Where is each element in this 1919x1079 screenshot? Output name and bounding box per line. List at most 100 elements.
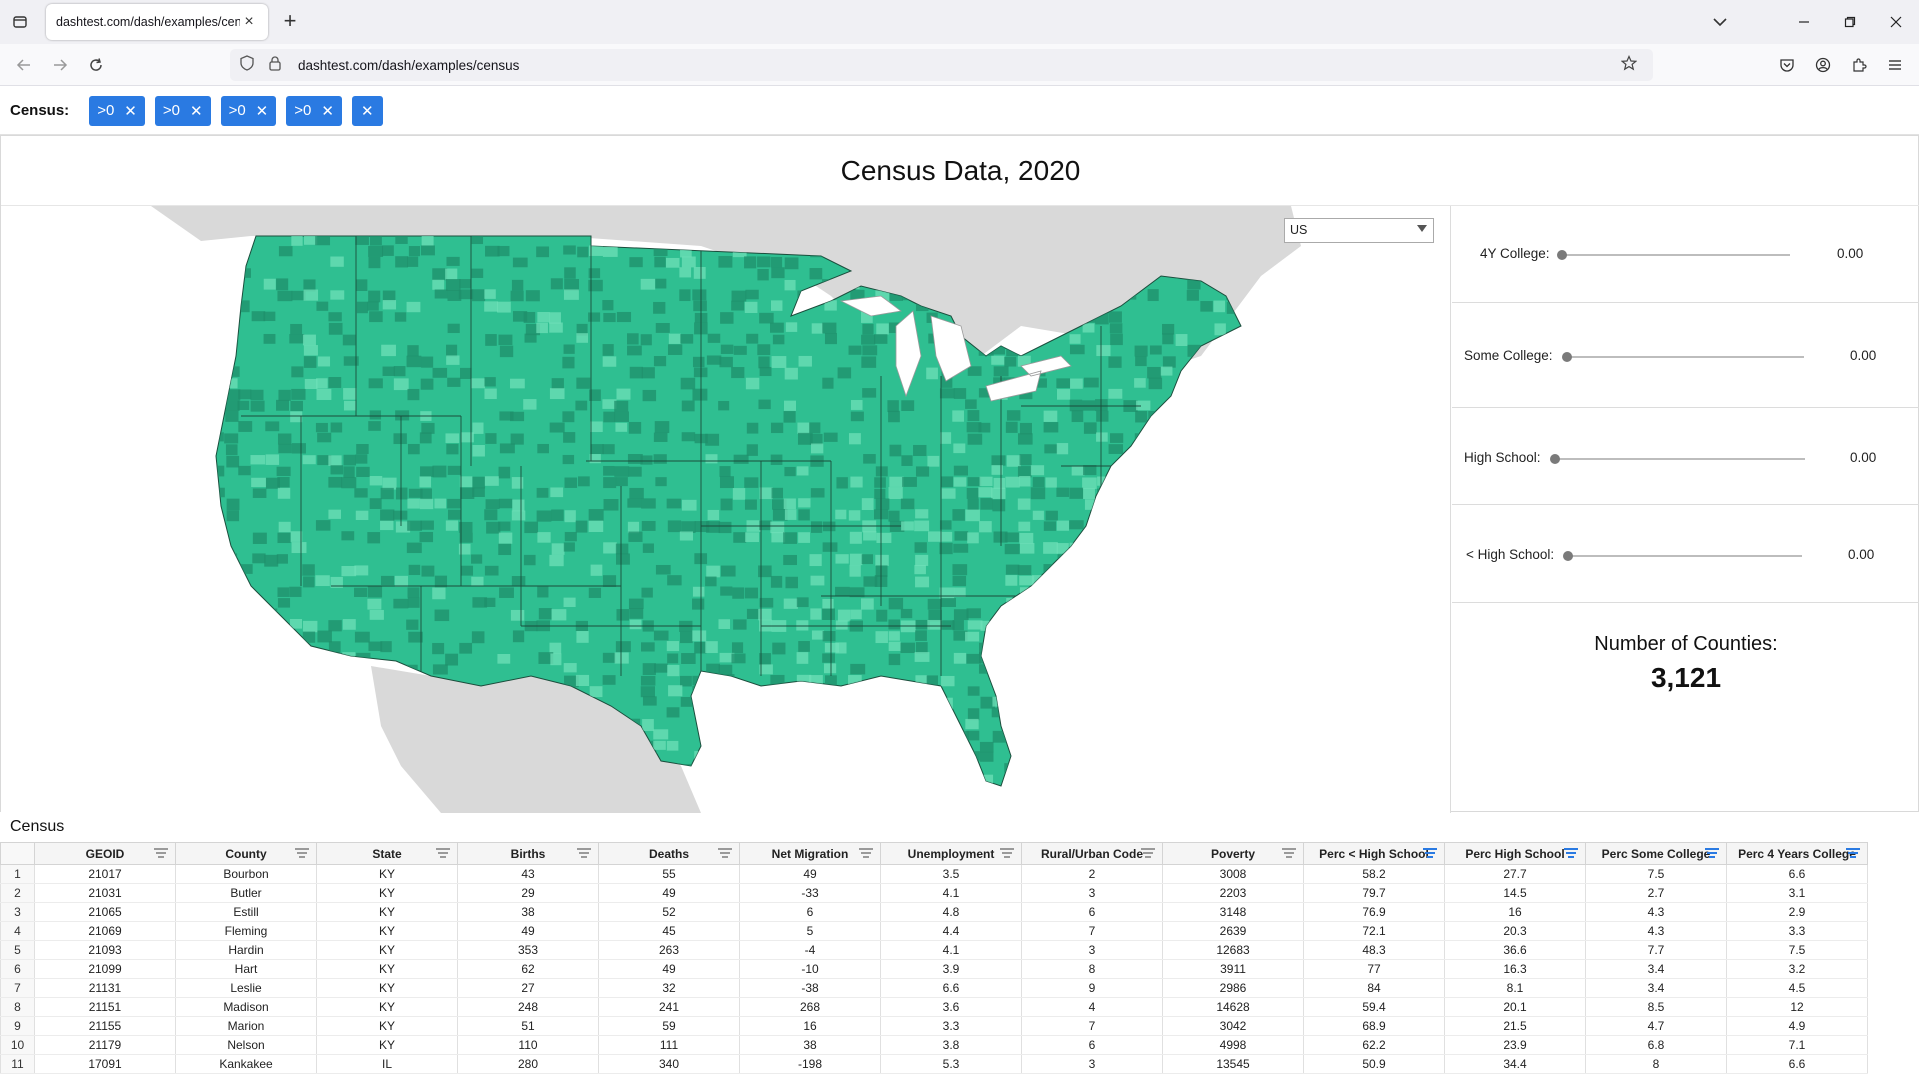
table-cell[interactable]: 9 xyxy=(1021,978,1163,998)
table-row[interactable]: 1 21017 Bourbon KY 43 55 49 3.5 2 3008 58.2 27.7 7.5… xyxy=(0,864,1868,884)
filter-icon[interactable] xyxy=(858,848,874,860)
table-cell[interactable]: 6 xyxy=(739,902,881,922)
restore-icon[interactable] xyxy=(1838,10,1862,34)
slider-handle[interactable] xyxy=(1563,551,1573,561)
table-cell[interactable]: KY xyxy=(316,940,458,960)
table-cell[interactable]: 4.3 xyxy=(1585,902,1727,922)
table-cell[interactable]: 79.7 xyxy=(1303,883,1445,903)
table-cell[interactable]: KY xyxy=(316,997,458,1017)
table-cell[interactable]: 36.6 xyxy=(1444,940,1586,960)
table-cell[interactable]: Madison xyxy=(175,997,317,1017)
table-cell[interactable]: 12683 xyxy=(1162,940,1304,960)
table-cell[interactable]: Fleming xyxy=(175,921,317,941)
table-cell[interactable]: KY xyxy=(316,883,458,903)
table-cell[interactable]: 5 xyxy=(739,921,881,941)
filter-icon[interactable] xyxy=(153,848,169,860)
chevron-down-icon[interactable] xyxy=(1710,12,1732,32)
column-header[interactable]: State xyxy=(316,842,458,865)
table-cell[interactable]: 268 xyxy=(739,997,881,1017)
table-cell[interactable]: 7 xyxy=(1021,1016,1163,1036)
table-cell[interactable]: 52 xyxy=(598,902,740,922)
filter-icon[interactable] xyxy=(435,848,451,860)
table-cell[interactable]: 8.5 xyxy=(1585,997,1727,1017)
table-cell[interactable]: 62 xyxy=(457,959,599,979)
table-row[interactable]: 2 21031 Butler KY 29 49 -33 4.1 3 2203 79.7 14.5 2.7… xyxy=(0,883,1868,903)
table-cell[interactable]: IL xyxy=(316,1054,458,1074)
table-cell[interactable]: -33 xyxy=(739,883,881,903)
table-cell[interactable]: 4.7 xyxy=(1585,1016,1727,1036)
table-cell[interactable]: 3148 xyxy=(1162,902,1304,922)
table-cell[interactable]: 14.5 xyxy=(1444,883,1586,903)
table-cell[interactable]: 3.2 xyxy=(1726,959,1868,979)
choropleth-map[interactable]: US xyxy=(1,206,1451,813)
table-cell[interactable]: 353 xyxy=(457,940,599,960)
table-cell[interactable]: 3008 xyxy=(1162,864,1304,884)
table-cell[interactable]: 2.7 xyxy=(1585,883,1727,903)
column-header[interactable]: Poverty xyxy=(1162,842,1304,865)
table-cell[interactable]: 8 xyxy=(1585,1054,1727,1074)
table-row[interactable]: 10 21179 Nelson KY 110 111 38 3.8 6 4998 62.2 23.9 6… xyxy=(0,1035,1868,1055)
table-cell[interactable]: 45 xyxy=(598,921,740,941)
extensions-icon[interactable] xyxy=(1848,54,1870,76)
table-cell[interactable]: 21151 xyxy=(34,997,176,1017)
table-cell[interactable]: 76.9 xyxy=(1303,902,1445,922)
table-cell[interactable]: 55 xyxy=(598,864,740,884)
table-cell[interactable]: 58.2 xyxy=(1303,864,1445,884)
table-cell[interactable]: 111 xyxy=(598,1035,740,1055)
filter-chip[interactable]: >0 ✕ xyxy=(154,95,211,126)
table-cell[interactable]: 2.9 xyxy=(1726,902,1868,922)
column-header[interactable]: GEOID xyxy=(34,842,176,865)
table-cell[interactable]: 16 xyxy=(739,1016,881,1036)
column-header[interactable]: Perc High School xyxy=(1444,842,1586,865)
table-cell[interactable]: 29 xyxy=(457,883,599,903)
table-cell[interactable]: Nelson xyxy=(175,1035,317,1055)
filter-icon[interactable] xyxy=(1422,848,1438,860)
table-cell[interactable]: 110 xyxy=(457,1035,599,1055)
table-cell[interactable]: 3.1 xyxy=(1726,883,1868,903)
table-cell[interactable]: 8.1 xyxy=(1444,978,1586,998)
filter-icon[interactable] xyxy=(1140,848,1156,860)
table-cell[interactable]: 3.5 xyxy=(880,864,1022,884)
table-cell[interactable]: 2 xyxy=(1021,864,1163,884)
table-cell[interactable]: 21017 xyxy=(34,864,176,884)
slider-track[interactable] xyxy=(1550,454,1805,464)
table-cell[interactable]: Kankakee xyxy=(175,1054,317,1074)
table-cell[interactable]: 280 xyxy=(457,1054,599,1074)
table-cell[interactable]: 248 xyxy=(457,997,599,1017)
clear-filters-button[interactable]: ✕ xyxy=(351,95,383,126)
table-cell[interactable]: 2639 xyxy=(1162,921,1304,941)
table-cell[interactable]: 4.8 xyxy=(880,902,1022,922)
url-text[interactable]: dashtest.com/dash/examples/census xyxy=(298,58,1621,73)
menu-icon[interactable] xyxy=(1884,54,1906,76)
table-cell[interactable]: 3 xyxy=(1021,883,1163,903)
table-cell[interactable]: 16.3 xyxy=(1444,959,1586,979)
table-cell[interactable]: 6.6 xyxy=(1726,1054,1868,1074)
new-tab-icon[interactable]: + xyxy=(278,10,302,34)
filter-icon[interactable] xyxy=(1704,848,1720,860)
account-icon[interactable] xyxy=(1812,54,1834,76)
table-cell[interactable]: 27 xyxy=(457,978,599,998)
table-cell[interactable]: 7.7 xyxy=(1585,940,1727,960)
table-cell[interactable]: 21.5 xyxy=(1444,1016,1586,1036)
column-header[interactable]: Rural/Urban Code xyxy=(1021,842,1163,865)
tab-list-icon[interactable] xyxy=(8,10,32,34)
slider-track[interactable] xyxy=(1562,352,1804,362)
bookmark-star-icon[interactable] xyxy=(1620,54,1643,76)
table-cell[interactable]: 7.1 xyxy=(1726,1035,1868,1055)
table-cell[interactable]: 6.6 xyxy=(880,978,1022,998)
minimize-icon[interactable] xyxy=(1792,10,1816,34)
table-cell[interactable]: -4 xyxy=(739,940,881,960)
table-cell[interactable]: 20.1 xyxy=(1444,997,1586,1017)
filter-chip[interactable]: >0 ✕ xyxy=(220,95,277,126)
table-cell[interactable]: 3 xyxy=(1021,1054,1163,1074)
table-cell[interactable]: 21069 xyxy=(34,921,176,941)
table-cell[interactable]: 3.9 xyxy=(880,959,1022,979)
table-cell[interactable]: 84 xyxy=(1303,978,1445,998)
table-cell[interactable]: -38 xyxy=(739,978,881,998)
table-cell[interactable]: 3.8 xyxy=(880,1035,1022,1055)
close-window-icon[interactable] xyxy=(1884,10,1908,34)
column-header[interactable]: Births xyxy=(457,842,599,865)
us-county-map[interactable] xyxy=(1,206,1451,813)
column-header[interactable]: County xyxy=(175,842,317,865)
table-cell[interactable]: 2986 xyxy=(1162,978,1304,998)
